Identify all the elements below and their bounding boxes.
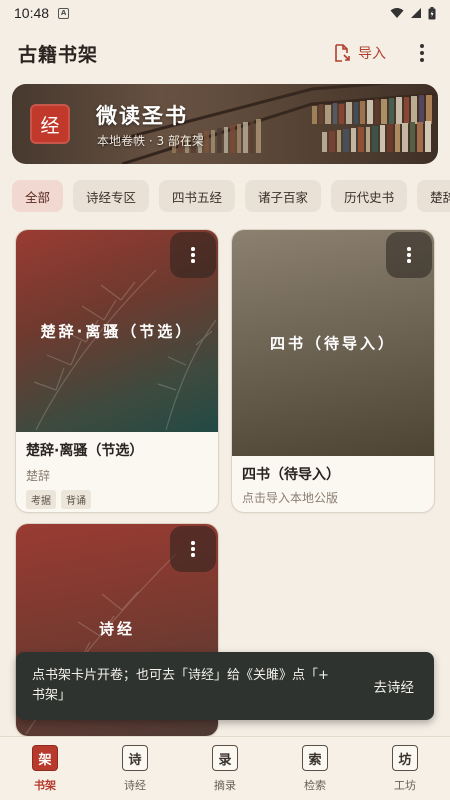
snackbar: 点书架卡片开卷；也可去「诗经」给《关雎》点「+ 书架」 去诗经 — [16, 652, 434, 720]
chip-shijing[interactable]: 诗经专区 — [73, 180, 150, 212]
import-button[interactable]: 导入 — [334, 43, 386, 63]
notification-icon: A — [58, 7, 70, 19]
book-tag: 考据 — [26, 490, 56, 509]
signal-icon — [411, 8, 421, 18]
status-time: 10:48 — [14, 5, 50, 21]
book-cover: 四书（待导入） — [232, 230, 434, 456]
battery-icon — [428, 6, 436, 19]
bookshelf-tab-icon: 架 — [32, 745, 58, 771]
hero-banner: 经 微读圣书 本地卷帙 · 3 部在架 — [12, 84, 438, 164]
search-tab-icon: 索 — [302, 745, 328, 771]
book-title: 楚辞·离骚（节选） — [26, 443, 144, 459]
chip-chuci[interactable]: 楚辞 — [417, 180, 450, 212]
status-bar: 10:48 A — [0, 0, 450, 26]
book-card[interactable]: 四书（待导入） 四书（待导入） 点击导入本地公版 — [232, 230, 434, 512]
card-more-icon[interactable] — [170, 526, 216, 572]
app-title: 古籍书架 — [18, 43, 99, 66]
nav-label: 诗经 — [124, 779, 146, 792]
hero-overlay — [12, 84, 438, 164]
book-cover: 楚辞·离骚（节选） — [16, 230, 218, 432]
nav-item-shijing[interactable]: 诗 诗经 — [90, 737, 180, 800]
nav-item-jiansuo[interactable]: 索 检索 — [270, 737, 360, 800]
cover-title: 楚辞·离骚（节选） — [40, 322, 194, 341]
nav-label: 书架 — [34, 779, 56, 792]
chip-zhuzi-baijia[interactable]: 诸子百家 — [245, 180, 322, 212]
snackbar-message: 点书架卡片开卷；也可去「诗经」给《关雎》点「+ 书架」 — [32, 668, 329, 703]
book-card[interactable]: 楚辞·离骚（节选） 楚辞·离骚（节选） 楚辞 考据 背诵 — [16, 230, 218, 512]
chip-lidai-shishu[interactable]: 历代史书 — [331, 180, 408, 212]
nav-item-gongfang[interactable]: 坊 工坊 — [360, 737, 450, 800]
nav-label: 摘录 — [214, 779, 236, 792]
snackbar-action-button[interactable]: 去诗经 — [370, 670, 419, 702]
card-more-icon[interactable] — [170, 232, 216, 278]
hero-title: 微读圣书 — [96, 104, 188, 128]
cover-title: 诗经 — [98, 620, 135, 638]
import-file-icon — [335, 44, 350, 62]
card-more-icon[interactable] — [386, 232, 432, 278]
poetry-tab-icon: 诗 — [122, 745, 148, 771]
app-bar: 古籍书架 导入 — [0, 30, 450, 76]
chip-sishu-wujing[interactable]: 四书五经 — [159, 180, 236, 212]
hero-seal-icon: 经 — [30, 104, 70, 144]
wifi-icon — [390, 8, 404, 18]
cover-title: 四书（待导入） — [269, 334, 396, 353]
nav-label: 检索 — [304, 779, 326, 792]
status-icons — [390, 6, 436, 20]
nav-label: 工坊 — [394, 779, 416, 792]
book-subtitle: 点击导入本地公版 — [242, 491, 339, 505]
more-vert-icon[interactable] — [412, 44, 432, 62]
book-title: 四书（待导入） — [242, 467, 340, 483]
chip-all[interactable]: 全部 — [12, 180, 64, 212]
import-label: 导入 — [358, 46, 386, 62]
book-subtitle: 楚辞 — [26, 469, 51, 483]
nav-item-shujia[interactable]: 架 书架 — [0, 737, 90, 800]
excerpt-tab-icon: 录 — [212, 745, 238, 771]
bottom-nav: 架 书架 诗 诗经 录 摘录 索 检索 坊 工坊 — [0, 736, 450, 800]
book-tag: 背诵 — [61, 490, 91, 509]
hero-subtitle: 本地卷帙 · 3 部在架 — [97, 134, 204, 148]
category-chips: 全部 诗经专区 四书五经 诸子百家 历代史书 楚辞 — [12, 180, 450, 212]
workshop-tab-icon: 坊 — [392, 745, 418, 771]
nav-item-zhailu[interactable]: 录 摘录 — [180, 737, 270, 800]
book-tags: 考据 背诵 — [26, 490, 208, 509]
